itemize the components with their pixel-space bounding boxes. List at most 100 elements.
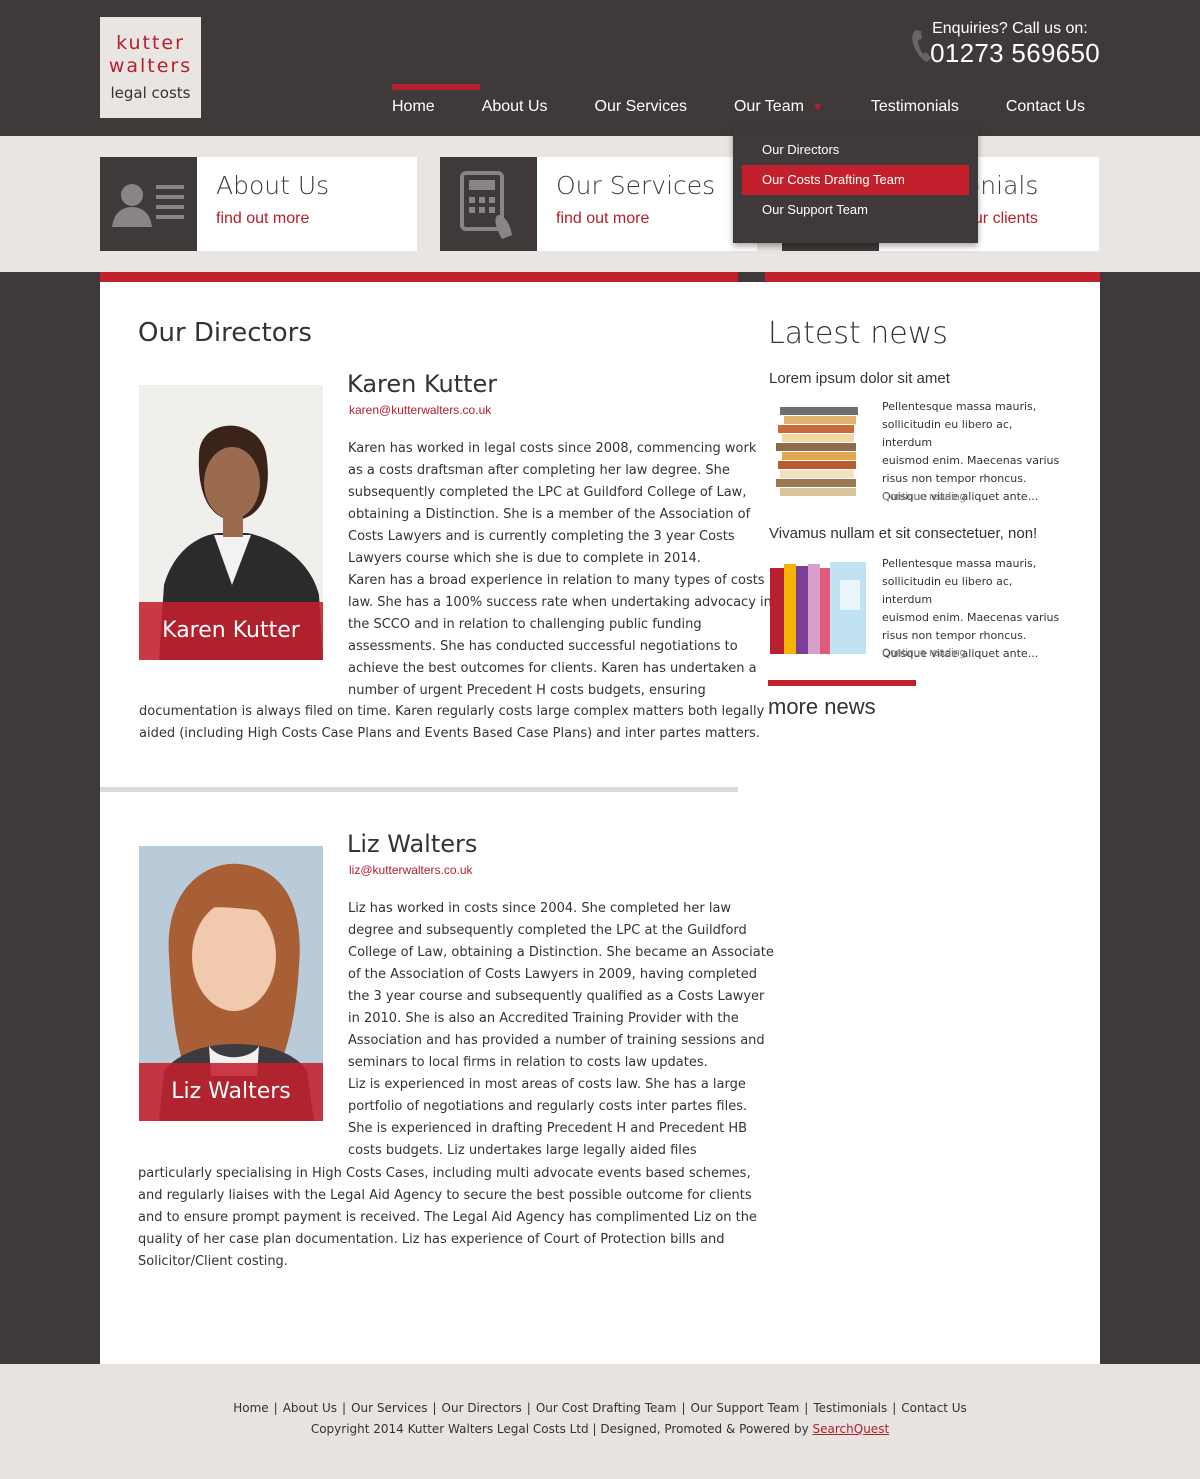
separator: | <box>432 1401 437 1415</box>
footer-link-contact-us[interactable]: Contact Us <box>901 1401 967 1415</box>
bio-line: Liz is experienced in most areas of cost… <box>348 1077 746 1092</box>
chevron-down-icon: ▼ <box>811 100 824 114</box>
news-line: euismod enim. Maecenas varius <box>882 611 1060 624</box>
footer-link-testimonials[interactable]: Testimonials <box>813 1401 887 1415</box>
news-line: sollicitudin eu libero ac, interdum <box>882 575 1013 606</box>
feature-our-services-link[interactable]: find out more <box>556 210 649 228</box>
feature-about-us-link[interactable]: find out more <box>216 210 309 228</box>
phone-number[interactable]: 01273 569650 <box>930 38 1100 69</box>
feature-about-us[interactable]: About Us find out more <box>100 157 417 251</box>
bio-line: as a costs draftsman after completing he… <box>348 463 730 478</box>
folders-icon <box>770 558 866 654</box>
books-icon <box>770 403 866 499</box>
director-name-liz: Liz Walters <box>347 830 478 858</box>
logo-line-1: kutter <box>116 32 185 54</box>
bio-line: achieve the best outcomes for clients. K… <box>348 661 757 676</box>
news-title-2[interactable]: Vivamus nullam et sit consectetuer, non! <box>769 525 1037 542</box>
bio-line: and to ensure prompt payment is received… <box>138 1210 757 1225</box>
bio-line: portfolio of negotiations and regularly … <box>348 1099 748 1114</box>
news-line: Pellentesque massa mauris, <box>882 400 1037 413</box>
dropdown-our-directors[interactable]: Our Directors <box>733 135 969 165</box>
searchquest-link[interactable]: SearchQuest <box>813 1422 890 1436</box>
bio-line: documentation is always filed on time. K… <box>139 704 765 719</box>
phone-block: Enquiries? Call us on: 01273 569650 <box>930 20 1100 69</box>
bio-line: subsequently completed the LPC at Guildf… <box>348 485 747 500</box>
director-caption-karen: Karen Kutter <box>139 602 323 660</box>
copyright-text: Copyright 2014 Kutter Walters Legal Cost… <box>310 1422 809 1436</box>
continue-reading-2[interactable]: Continue reading <box>882 647 966 659</box>
director-email-liz[interactable]: liz@kutterwalters.co.uk <box>349 863 473 877</box>
latest-news-heading: Latest news <box>768 316 948 351</box>
logo[interactable]: kutter walters legal costs <box>100 17 201 118</box>
feature-band: About Us find out more Our Services find… <box>0 136 1200 272</box>
calculator-icon <box>440 157 537 251</box>
continue-reading-1[interactable]: Continue reading <box>882 491 966 503</box>
footer-link-about-us[interactable]: About Us <box>283 1401 337 1415</box>
bio-line: the 3 year course and subsequently quali… <box>348 989 765 1004</box>
footer-link-support-team[interactable]: Our Support Team <box>691 1401 800 1415</box>
nav-testimonials-label: Testimonials <box>870 98 959 115</box>
director-caption-liz: Liz Walters <box>139 1063 323 1121</box>
bio-line: particularly specialising in High Costs … <box>138 1166 751 1181</box>
bio-line: Costs Lawyers and is currently completin… <box>348 529 735 544</box>
footer-link-home[interactable]: Home <box>233 1401 268 1415</box>
news-excerpt-1: Pellentesque massa mauris, sollicitudin … <box>882 398 1062 506</box>
bio-line: the SCCO and in relation to challenging … <box>348 617 702 632</box>
bio-line: Karen has a broad experience in relation… <box>348 573 765 588</box>
feature-our-services[interactable]: Our Services find out more <box>440 157 757 251</box>
director-email-karen[interactable]: karen@kutterwalters.co.uk <box>349 403 491 417</box>
separator: | <box>526 1401 531 1415</box>
bio-line: Karen has worked in legal costs since 20… <box>348 441 757 456</box>
main-nav: Home About Us Our Services Our Team ▼ Tes… <box>370 84 1110 134</box>
logo-line-2: walters <box>108 55 193 77</box>
news-title-1[interactable]: Lorem ipsum dolor sit amet <box>769 370 950 387</box>
nav-our-services[interactable]: Our Services <box>573 84 712 136</box>
bio-line: Lawyers course which she is due to compl… <box>348 551 701 566</box>
copyright: Copyright 2014 Kutter Walters Legal Cost… <box>0 1422 1200 1436</box>
news-line: sollicitudin eu libero ac, interdum <box>882 418 1013 449</box>
separator: | <box>804 1401 809 1415</box>
nav-contact-us-label: Contact Us <box>1005 98 1085 115</box>
dropdown-costs-drafting-team[interactable]: Our Costs Drafting Team <box>742 165 969 195</box>
bio-line: of the Association of Costs Lawyers in 2… <box>348 967 757 982</box>
news-line: risus non tempor rhoncus. <box>882 629 1027 642</box>
news-line: euismod enim. Maecenas varius <box>882 454 1060 467</box>
bio-line: seminars to local firms in relation to c… <box>348 1055 708 1070</box>
footer-link-our-services[interactable]: Our Services <box>351 1401 427 1415</box>
footer-link-cost-drafting-team[interactable]: Our Cost Drafting Team <box>536 1401 677 1415</box>
nav-about-us-label: About Us <box>481 98 548 115</box>
feature-about-us-title: About Us <box>216 171 330 200</box>
footer-links: Home | About Us | Our Services | Our Directors… <box>0 1401 1200 1415</box>
separator: | <box>342 1401 347 1415</box>
footer: Home | About Us | Our Services | Our Directors… <box>0 1364 1200 1479</box>
enquiries-label: Enquiries? Call us on: <box>932 20 1088 37</box>
our-team-dropdown: Our Directors Our Costs Drafting Team Ou… <box>733 129 978 243</box>
nav-our-services-label: Our Services <box>594 98 687 115</box>
nav-about-us[interactable]: About Us <box>460 84 573 136</box>
bio-line: costs budgets. Liz undertakes large lega… <box>348 1143 697 1158</box>
more-news-link[interactable]: more news <box>768 694 876 720</box>
footer-link-our-directors[interactable]: Our Directors <box>442 1401 522 1415</box>
nav-contact-us[interactable]: Contact Us <box>984 84 1110 136</box>
feature-our-services-title: Our Services <box>556 171 716 200</box>
separator: | <box>273 1401 278 1415</box>
bio-line: Liz has worked in costs since 2004. She … <box>348 901 732 916</box>
bio-line: She is experienced in drafting Precedent… <box>348 1121 748 1136</box>
dropdown-support-team[interactable]: Our Support Team <box>733 195 969 225</box>
bio-line: aided (including High Costs Case Plans a… <box>139 726 760 741</box>
news-line: Pellentesque massa mauris, <box>882 557 1037 570</box>
bio-line: Association and has provided a number of… <box>348 1033 765 1048</box>
logo-line-3: legal costs <box>110 84 191 102</box>
nav-home[interactable]: Home <box>370 84 480 136</box>
bio-line: law. She has a 100% success rate when un… <box>348 595 772 610</box>
director-name-karen: Karen Kutter <box>347 370 498 398</box>
director-photo-liz: Liz Walters <box>139 846 323 1121</box>
nav-home-label: Home <box>392 98 435 115</box>
bio-line: number of urgent Precedent H costs budge… <box>348 683 706 698</box>
separator: | <box>681 1401 686 1415</box>
bio-line: degree and subsequently completed the LP… <box>348 923 747 938</box>
nav-our-team-label: Our Team <box>733 98 804 115</box>
bio-line: Solicitor/Client costing. <box>138 1254 288 1269</box>
bio-line: and regularly liaises with the Legal Aid… <box>138 1188 752 1203</box>
bio-line: obtaining a Distinction. She is a member… <box>348 507 751 522</box>
